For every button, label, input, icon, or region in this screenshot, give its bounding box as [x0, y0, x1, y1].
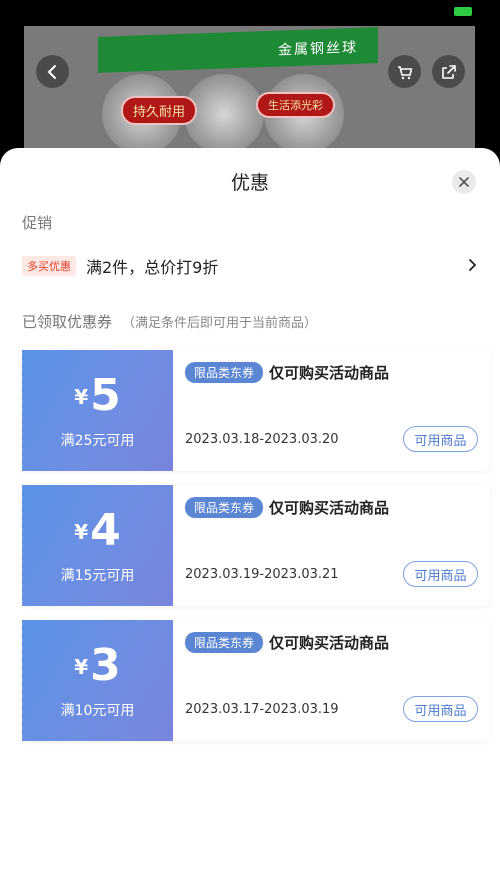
- product-image: 金属钢丝球 持久耐用 生活添光彩: [24, 26, 475, 156]
- coupon-condition: 满10元可用: [60, 703, 135, 719]
- promo-row[interactable]: 多买优惠 满2件，总价打9折: [22, 255, 480, 277]
- close-icon: [459, 177, 469, 187]
- coupon-value-panel: ¥4 满15元可用: [20, 485, 173, 606]
- coupon-category-tag: 限品类东券: [185, 497, 264, 518]
- coupon-amount-value: 4: [90, 505, 121, 556]
- coupon-section-note: （满足条件后即可用于当前商品）: [122, 316, 318, 331]
- coupon-amount-value: 5: [90, 370, 121, 421]
- coupon-amount: ¥3: [22, 640, 173, 691]
- discount-sheet: 优惠 促销 多买优惠 满2件，总价打9折 已领取优惠券 （满足条件后即可用于当前商…: [0, 148, 500, 888]
- coupon-title: 仅可购买活动商品: [269, 634, 390, 652]
- coupon-value-panel: ¥5 满25元可用: [20, 350, 173, 471]
- coupon-card: ¥3 满10元可用 限品类东券 仅可购买活动商品 2023.03.17-2023…: [20, 620, 490, 741]
- coupon-section-label: 已领取优惠券 （满足条件后即可用于当前商品）: [22, 311, 317, 332]
- chevron-left-icon: [47, 64, 56, 79]
- yen-symbol: ¥: [74, 520, 89, 544]
- sheet-title: 优惠: [230, 172, 269, 194]
- coupon-category-tag: 限品类东券: [185, 632, 264, 653]
- product-band-text: 金属钢丝球: [278, 39, 358, 59]
- coupon-date-range: 2023.03.19-2023.03.21: [185, 567, 339, 582]
- yen-symbol: ¥: [74, 655, 89, 679]
- available-products-button[interactable]: 可用商品: [403, 696, 478, 722]
- back-button[interactable]: [36, 55, 69, 88]
- promo-tag: 多买优惠: [22, 256, 76, 276]
- coupon-amount: ¥4: [22, 505, 173, 556]
- product-packaging-band: 金属钢丝球: [98, 27, 378, 73]
- product-label-right: 生活添光彩: [256, 92, 335, 118]
- coupon-card: ¥5 满25元可用 限品类东券 仅可购买活动商品 2023.03.18-2023…: [20, 350, 490, 471]
- battery-icon: [454, 7, 472, 16]
- product-label-left: 持久耐用: [121, 96, 198, 125]
- yen-symbol: ¥: [74, 385, 89, 409]
- share-button[interactable]: [432, 55, 465, 88]
- available-products-button[interactable]: 可用商品: [403, 426, 478, 452]
- coupon-amount: ¥5: [22, 370, 173, 421]
- share-icon: [441, 64, 456, 79]
- status-bar: [0, 0, 500, 26]
- promo-text: 满2件，总价打9折: [86, 258, 219, 277]
- close-button[interactable]: [452, 170, 476, 194]
- coupon-section-title: 已领取优惠券: [22, 313, 113, 331]
- coupon-amount-value: 3: [90, 640, 121, 691]
- coupon-card: ¥4 满15元可用 限品类东券 仅可购买活动商品 2023.03.19-2023…: [20, 485, 490, 606]
- coupon-date-range: 2023.03.18-2023.03.20: [185, 432, 339, 447]
- coupon-value-panel: ¥3 满10元可用: [20, 620, 173, 741]
- coupon-category-tag: 限品类东券: [185, 362, 264, 383]
- coupon-condition: 满15元可用: [60, 568, 135, 584]
- coupon-title: 仅可购买活动商品: [269, 364, 390, 382]
- cart-button[interactable]: [388, 55, 421, 88]
- chevron-right-icon: [469, 259, 477, 271]
- promo-section-label: 促销: [22, 214, 53, 232]
- coupon-condition: 满25元可用: [60, 433, 135, 449]
- coupon-date-range: 2023.03.17-2023.03.19: [185, 702, 339, 717]
- available-products-button[interactable]: 可用商品: [403, 561, 478, 587]
- cart-icon: [397, 65, 412, 79]
- coupon-title: 仅可购买活动商品: [269, 499, 390, 517]
